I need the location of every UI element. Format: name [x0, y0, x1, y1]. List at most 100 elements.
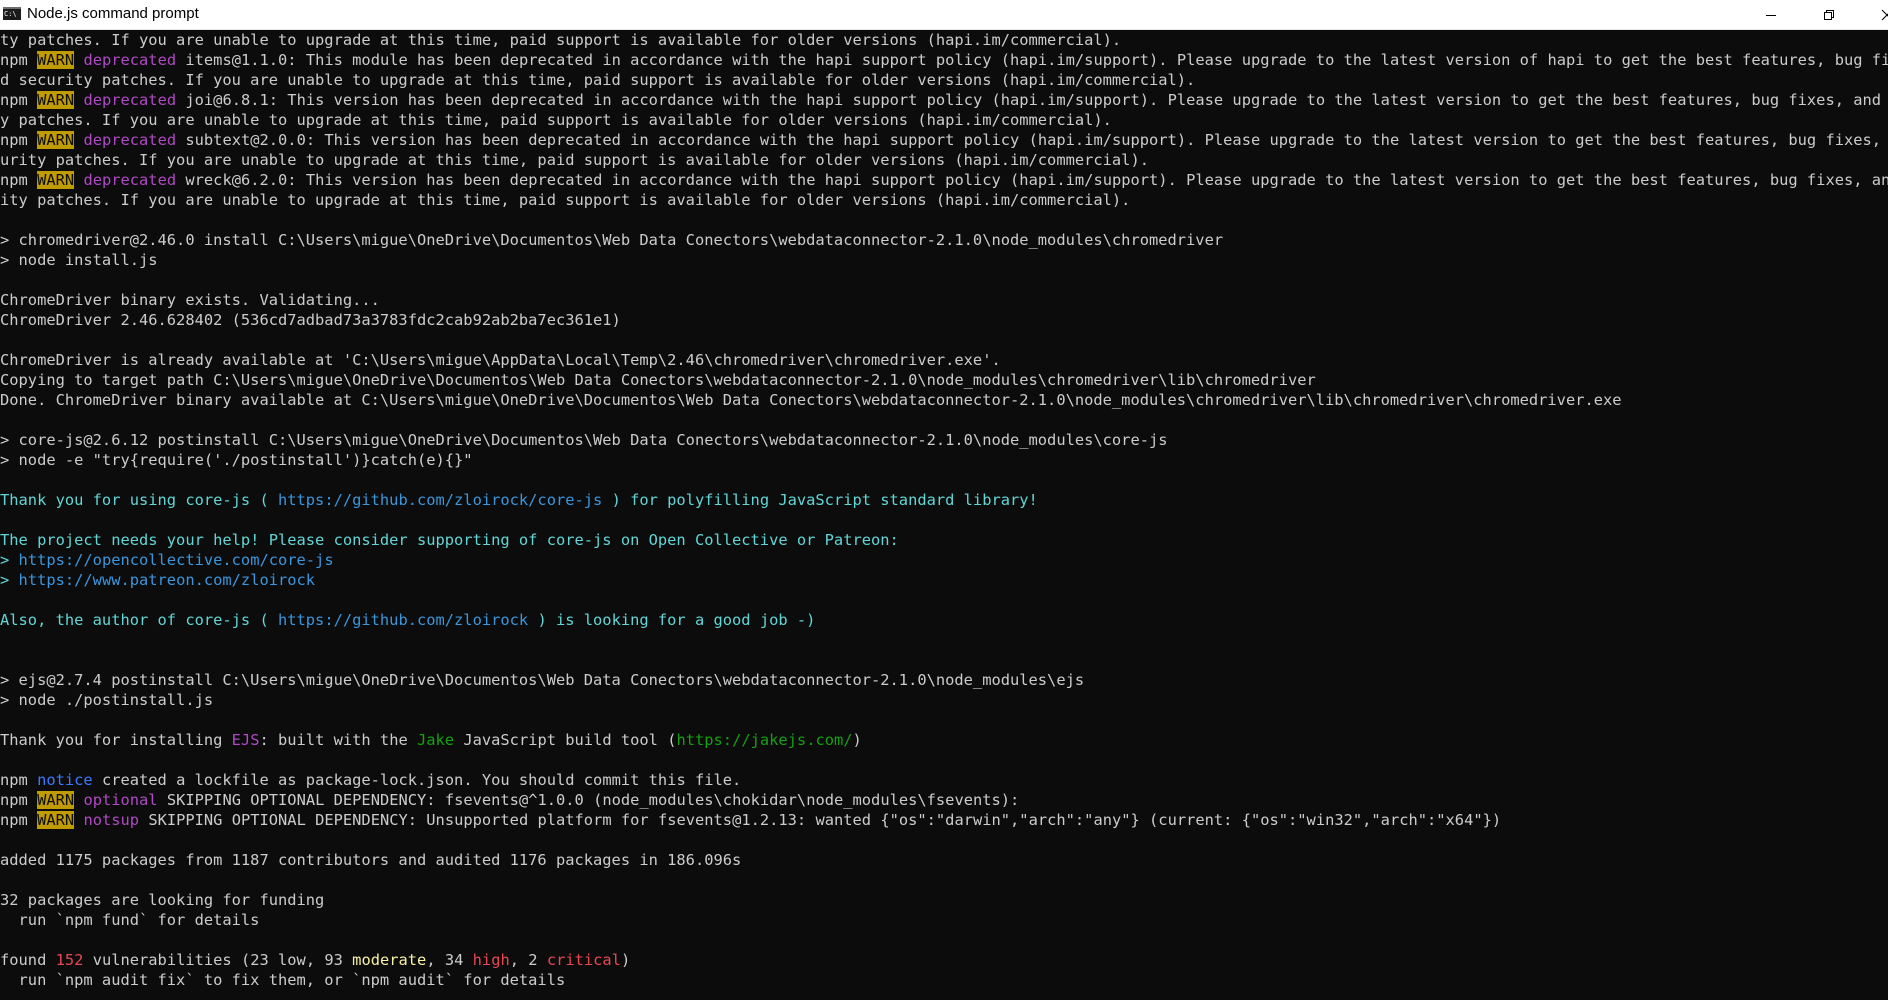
- output-text: d security patches. If you are unable to…: [0, 71, 1196, 89]
- output-text: joi@6.8.1: This version has been depreca…: [176, 91, 1888, 109]
- terminal-line: y patches. If you are unable to upgrade …: [0, 110, 1888, 130]
- link-text[interactable]: https://opencollective.com/core-js: [19, 551, 334, 569]
- severity-text: moderate: [352, 951, 427, 969]
- terminal-line: Copying to target path C:\Users\migue\On…: [0, 370, 1888, 390]
- terminal-line: > core-js@2.6.12 postinstall C:\Users\mi…: [0, 430, 1888, 450]
- output-text: ity patches. If you are unable to upgrad…: [0, 191, 1131, 209]
- terminal-line: > https://www.patreon.com/zloirock: [0, 570, 1888, 590]
- terminal-line: ChromeDriver binary exists. Validating..…: [0, 290, 1888, 310]
- terminal-line: npm WARN deprecated joi@6.8.1: This vers…: [0, 90, 1888, 110]
- output-text: > chromedriver@2.46.0 install C:\Users\m…: [0, 231, 1224, 249]
- restore-button[interactable]: [1806, 0, 1852, 29]
- terminal-line: > https://opencollective.com/core-js: [0, 550, 1888, 570]
- output-text: found: [0, 951, 56, 969]
- output-text: vulnerabilities (23: [83, 951, 279, 969]
- warn-badge: WARN: [37, 51, 75, 69]
- npm-tag: deprecated: [83, 51, 177, 69]
- output-text: ChromeDriver binary exists. Validating..…: [0, 291, 380, 309]
- cmd-icon: C:\: [3, 7, 21, 20]
- terminal-line: npm notice created a lockfile as package…: [0, 770, 1888, 790]
- output-text: created a lockfile as package-lock.json.…: [92, 771, 742, 789]
- output-text: items@1.1.0: This module has been deprec…: [176, 51, 1888, 69]
- output-text: urity patches. If you are unable to upgr…: [0, 151, 1149, 169]
- terminal-line: ChromeDriver is already available at 'C:…: [0, 350, 1888, 370]
- terminal-line: Done. ChromeDriver binary available at C…: [0, 390, 1888, 410]
- output-text: added 1175 packages from 1187 contributo…: [0, 851, 742, 869]
- output-text: JavaScript build tool (: [454, 731, 677, 749]
- output-text: ty patches. If you are unable to upgrade…: [0, 31, 1122, 49]
- output-text: npm: [0, 771, 38, 789]
- warn-badge: WARN: [37, 811, 75, 829]
- terminal-line: > node ./postinstall.js: [0, 690, 1888, 710]
- restore-icon: [1824, 9, 1834, 20]
- terminal-line: npm WARN optional SKIPPING OPTIONAL DEPE…: [0, 790, 1888, 810]
- output-text: npm: [0, 791, 38, 809]
- info-text: ) is looking for a good job -): [528, 611, 816, 629]
- severity-text: high: [472, 951, 510, 969]
- output-text: npm: [0, 91, 38, 109]
- terminal-line: > node -e "try{require('./postinstall')}…: [0, 450, 1888, 470]
- minimize-button[interactable]: [1748, 0, 1794, 29]
- title-bar[interactable]: C:\ Node.js command prompt: [0, 0, 1888, 30]
- npm-tag: deprecated: [83, 171, 177, 189]
- npm-tag: deprecated: [83, 91, 177, 109]
- info-text: >: [0, 551, 19, 569]
- window-title: Node.js command prompt: [27, 5, 199, 22]
- output-text: ChromeDriver 2.46.628402 (536cd7adbad73a…: [0, 311, 621, 329]
- link-text[interactable]: https://github.com/zloirock: [278, 611, 528, 629]
- terminal-line: d security patches. If you are unable to…: [0, 70, 1888, 90]
- close-button[interactable]: [1864, 0, 1888, 29]
- notice-tag: notice: [37, 771, 93, 789]
- severity-text: critical: [546, 951, 621, 969]
- output-text: 32 packages are looking for funding: [0, 891, 325, 909]
- link-text[interactable]: https://www.patreon.com/zloirock: [19, 571, 316, 589]
- terminal-line: Thank you for installing EJS: built with…: [0, 730, 1888, 750]
- output-text: > node -e "try{require('./postinstall')}…: [0, 451, 473, 469]
- link-text[interactable]: https://github.com/zloirock/core-js: [278, 491, 602, 509]
- output-text: npm: [0, 171, 38, 189]
- terminal-line: added 1175 packages from 1187 contributo…: [0, 850, 1888, 870]
- terminal-line: run `npm fund` for details: [0, 910, 1888, 930]
- output-text: run `npm audit fix` to fix them, or `npm…: [0, 971, 566, 989]
- terminal-line: found 152 vulnerabilities (23 low, 93 mo…: [0, 950, 1888, 970]
- terminal-line: > ejs@2.7.4 postinstall C:\Users\migue\O…: [0, 670, 1888, 690]
- info-text: >: [0, 571, 19, 589]
- terminal-line: The project needs your help! Please cons…: [0, 530, 1888, 550]
- output-text: : built with the: [259, 731, 417, 749]
- highlight-text: https://jakejs.com/: [676, 731, 853, 749]
- info-text: The project needs your help! Please cons…: [0, 531, 899, 549]
- output-text: Done. ChromeDriver binary available at C…: [0, 391, 1622, 409]
- terminal-line: npm WARN notsup SKIPPING OPTIONAL DEPEND…: [0, 810, 1888, 830]
- terminal-line: ty patches. If you are unable to upgrade…: [0, 30, 1888, 50]
- output-text: , 34: [426, 951, 473, 969]
- output-text: , 2: [509, 951, 547, 969]
- output-text: y patches. If you are unable to upgrade …: [0, 111, 1112, 129]
- terminal-line: ChromeDriver 2.46.628402 (536cd7adbad73a…: [0, 310, 1888, 330]
- info-text: ) for polyfilling JavaScript standard li…: [602, 491, 1038, 509]
- minimize-icon: [1766, 14, 1776, 16]
- terminal-line: run `npm audit fix` to fix them, or `npm…: [0, 970, 1888, 990]
- output-text: run `npm fund` for details: [0, 911, 260, 929]
- npm-tag: EJS: [231, 731, 260, 749]
- warn-badge: WARN: [37, 91, 75, 109]
- warn-badge: WARN: [37, 791, 75, 809]
- terminal-line: ity patches. If you are unable to upgrad…: [0, 190, 1888, 210]
- close-icon: [1881, 9, 1888, 20]
- output-text: ): [852, 731, 862, 749]
- terminal-line: Also, the author of core-js ( https://gi…: [0, 610, 1888, 630]
- output-text: > core-js@2.6.12 postinstall C:\Users\mi…: [0, 431, 1168, 449]
- terminal-line: Thank you for using core-js ( https://gi…: [0, 490, 1888, 510]
- npm-tag: deprecated: [83, 131, 177, 149]
- terminal-line: > chromedriver@2.46.0 install C:\Users\m…: [0, 230, 1888, 250]
- output-text: SKIPPING OPTIONAL DEPENDENCY: Unsupporte…: [139, 811, 1502, 829]
- terminal-output[interactable]: ty patches. If you are unable to upgrade…: [0, 30, 1888, 1000]
- terminal-line: > node install.js: [0, 250, 1888, 270]
